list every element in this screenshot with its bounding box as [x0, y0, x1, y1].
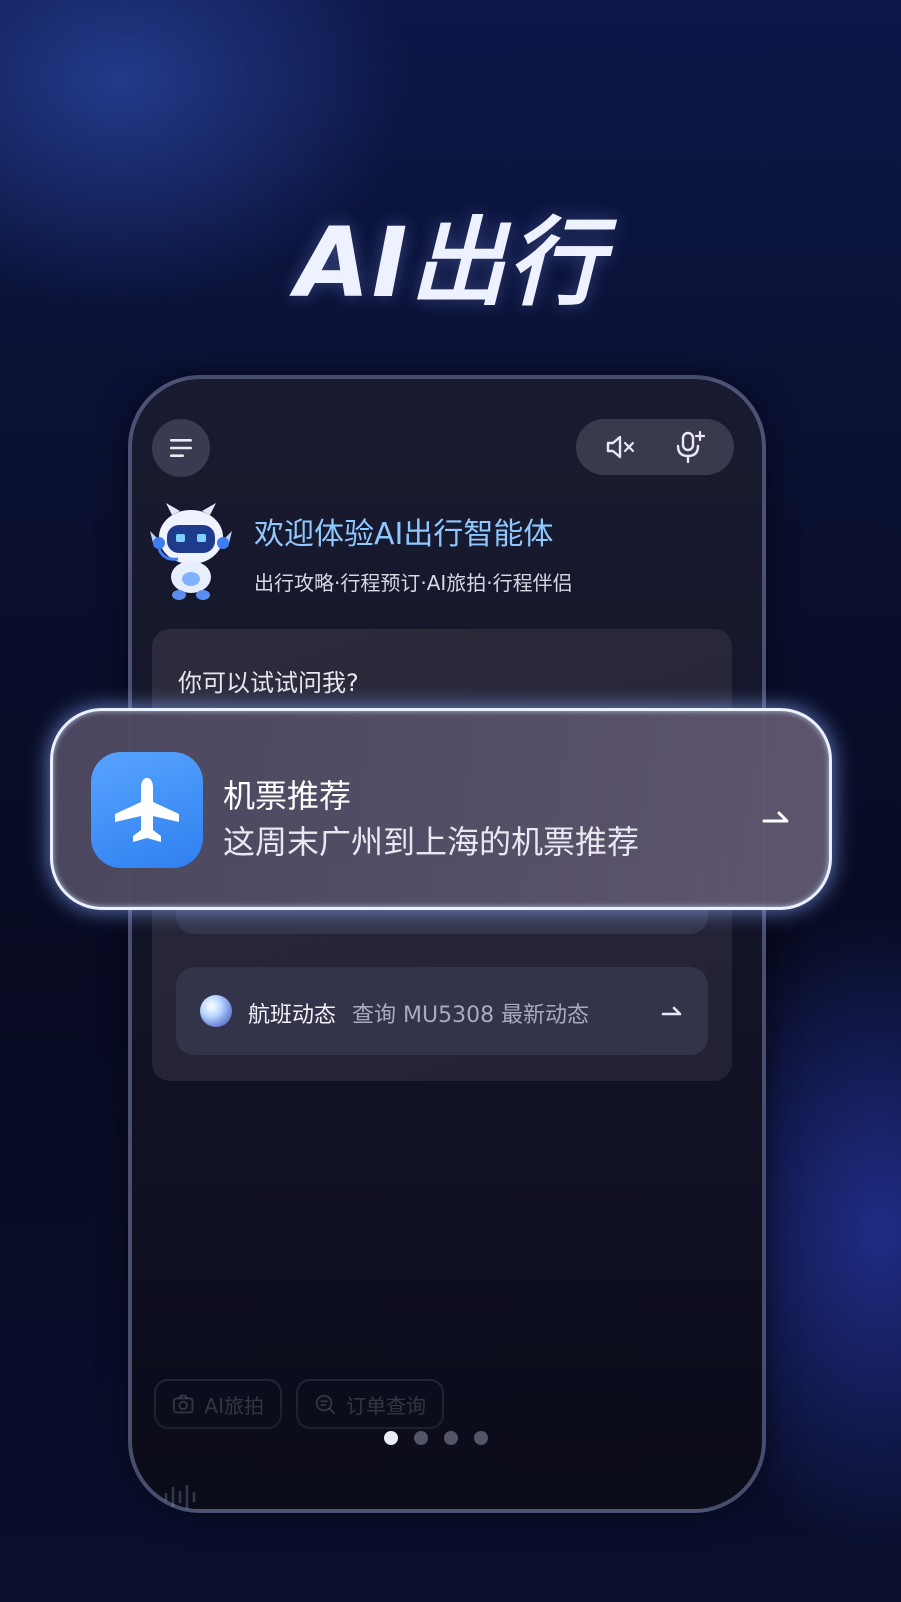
welcome-subtitle: 出行攻略·行程预订·AI旅拍·行程伴侣 — [254, 571, 573, 595]
chip-order-query[interactable]: 订单查询 — [296, 1379, 444, 1429]
page-dot-active[interactable] — [384, 1431, 398, 1445]
welcome-title: 欢迎体验AI出行智能体 — [254, 517, 554, 552]
audio-controls — [576, 419, 734, 475]
menu-button[interactable] — [152, 419, 210, 477]
featured-title: 机票推荐 — [223, 777, 352, 815]
suggestion-card-flight-status[interactable]: 航班动态 查询 MU5308 最新动态 — [176, 967, 708, 1055]
menu-icon — [170, 439, 192, 457]
featured-query: 这周末广州到上海的机票推荐 — [223, 823, 640, 861]
assistant-orb-icon — [200, 995, 232, 1027]
chip-label: 订单查询 — [346, 1393, 426, 1418]
camera-icon — [172, 1394, 194, 1414]
voice-wave-icon — [164, 1484, 196, 1510]
microphone-add-icon — [676, 430, 705, 464]
page-dot[interactable] — [444, 1431, 458, 1445]
flight-icon-tile — [91, 752, 203, 868]
hero-title: AI出行 — [295, 207, 606, 319]
chip-ai-photo[interactable]: AI旅拍 — [154, 1379, 282, 1429]
suggestion-card-title: 航班动态 — [248, 1003, 337, 1028]
suggestion-heading: 你可以试试问我? — [178, 669, 359, 697]
page-indicator — [384, 1431, 488, 1445]
send-arrow-icon — [661, 1006, 682, 1016]
phone-frame: 欢迎体验AI出行智能体 出行攻略·行程预订·AI旅拍·行程伴侣 你可以试试问我?… — [128, 375, 766, 1513]
send-arrow-icon — [762, 811, 789, 823]
speaker-mute-icon — [606, 435, 634, 459]
voice-input-hint[interactable] — [162, 1484, 196, 1510]
page-dot[interactable] — [474, 1431, 488, 1445]
featured-suggestion-flight-recommend[interactable]: 机票推荐 这周末广州到上海的机票推荐 — [50, 708, 832, 910]
page-dot[interactable] — [414, 1431, 428, 1445]
airplane-icon — [115, 778, 179, 842]
chip-label: AI旅拍 — [204, 1393, 264, 1418]
robot-avatar — [150, 503, 232, 600]
suggestion-card-query: 查询 MU5308 最新动态 — [352, 1003, 590, 1028]
voice-input-button[interactable] — [670, 427, 710, 467]
order-search-icon — [315, 1394, 336, 1415]
mute-button[interactable] — [601, 427, 641, 467]
